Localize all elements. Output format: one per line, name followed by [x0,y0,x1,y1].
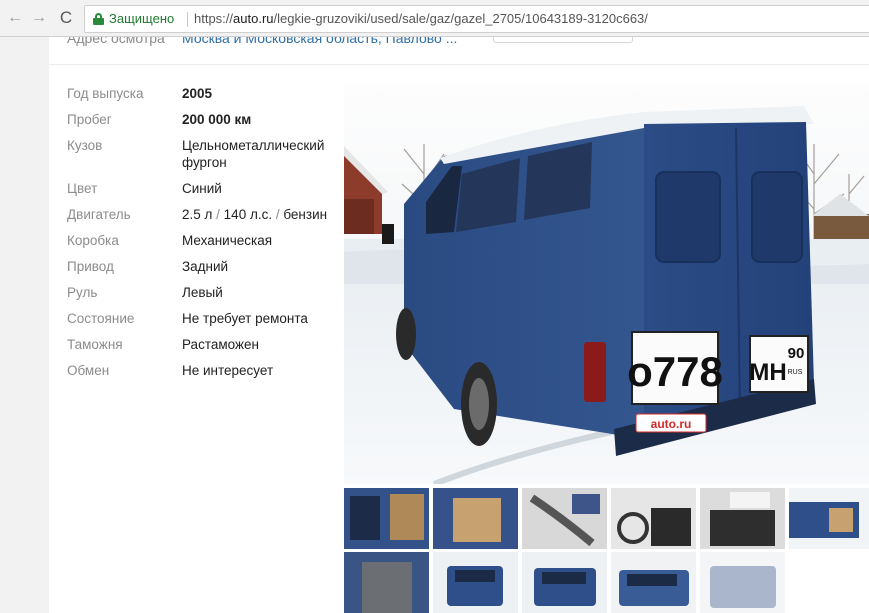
spec-row-color: Цвет Синий [67,180,347,197]
spec-row-exchange: Обмен Не интересует [67,362,347,379]
url-path: /legkie-gruzoviki/used/sale/gaz/gazel_27… [273,11,648,26]
engine-separator: / [272,207,284,222]
back-arrow-icon[interactable]: ← [6,9,24,27]
reload-icon[interactable]: C [57,9,75,27]
spec-row-steering: Руль Левый [67,284,347,301]
spec-row-body: Кузов Цельнометаллический фургон [67,137,347,171]
plate-region-letters: МН [749,359,786,386]
spec-value-drive: Задний [182,259,229,274]
url-text[interactable]: https://auto.ru/legkie-gruzoviki/used/sa… [194,6,648,32]
spec-row-customs: Таможня Растаможен [67,336,347,353]
thumbnail[interactable] [522,488,607,549]
spec-label: Руль [67,285,98,300]
vehicle-specs: Год выпуска 2005 Пробег 200 000 км Кузов… [67,85,347,388]
plate-region-code: 90 [788,345,805,362]
spec-label: Привод [67,259,114,274]
dealer-badge: auto.ru [651,417,692,431]
engine-separator: / [212,207,224,222]
photo-thumbnails [344,488,869,613]
spec-label: Двигатель [67,207,131,222]
engine-power: 140 л.с. [223,207,273,222]
inspection-address-input[interactable] [493,37,633,43]
spec-row-year: Год выпуска 2005 [67,85,347,102]
spec-value-color: Синий [182,181,222,196]
spec-value-customs: Растаможен [182,337,259,352]
spec-value-mileage: 200 000 км [182,112,252,127]
spec-label: Состояние [67,311,135,326]
van-photo: о778 МН 90 RUS auto.ru [344,84,869,484]
spec-row-drive: Привод Задний [67,258,347,275]
main-photo[interactable]: о778 МН 90 RUS auto.ru [344,84,869,484]
page-content: Адрес осмотра Москва и Московская област… [0,37,869,613]
thumbnail[interactable] [700,552,785,613]
spec-value-condition: Не требует ремонта [182,311,308,326]
spec-label: Таможня [67,337,123,352]
engine-volume: 2.5 л [182,207,213,222]
listing-card: Адрес осмотра Москва и Московская област… [49,37,869,613]
spec-value-steering: Левый [182,285,223,300]
spec-label: Цвет [67,181,98,196]
thumbnail[interactable] [522,552,607,613]
thumbnail[interactable] [789,488,869,549]
spec-value-exchange: Не интересует [182,363,274,378]
spec-row-engine: Двигатель 2.5 л / 140 л.с. / бензин [67,206,347,223]
thumbnail[interactable] [611,552,696,613]
engine-fuel: бензин [283,207,328,222]
lock-icon[interactable] [93,13,104,25]
spec-value-body: Цельнометаллический фургон [182,138,325,170]
spec-label: Пробег [67,112,112,127]
spec-label: Кузов [67,138,103,153]
spec-label: Год выпуска [67,86,144,101]
address-divider [187,12,188,27]
inspection-address-link[interactable]: Москва и Московская область, Павлово ... [182,37,457,46]
spec-value-engine: 2.5 л / 140 л.с. / бензин [182,206,342,223]
inspection-address-label: Адрес осмотра [67,37,165,46]
thumbnail[interactable] [611,488,696,549]
spec-value-year: 2005 [182,86,213,101]
browser-toolbar: ← → C Защищено https://auto.ru/legkie-gr… [0,0,869,37]
inspection-address-row: Адрес осмотра Москва и Московская област… [49,37,869,65]
thumbnail[interactable] [344,488,429,549]
spec-label: Обмен [67,363,110,378]
spec-row-gearbox: Коробка Механическая [67,232,347,249]
thumbnail[interactable] [433,488,518,549]
address-bar[interactable]: Защищено https://auto.ru/legkie-gruzovik… [84,5,869,33]
spec-value-gearbox: Механическая [182,233,273,248]
spec-label: Коробка [67,233,119,248]
forward-arrow-icon[interactable]: → [30,9,48,27]
secure-label[interactable]: Защищено [109,6,174,32]
url-scheme: https:// [194,11,234,26]
spec-row-condition: Состояние Не требует ремонта [67,310,347,327]
spec-row-mileage: Пробег 200 000 км [67,111,347,128]
plate-number: о778 [627,348,723,395]
url-host: auto.ru [233,11,274,26]
thumbnail[interactable] [344,552,429,613]
thumbnail[interactable] [700,488,785,549]
plate-country: RUS [788,369,803,376]
thumbnail[interactable] [433,552,518,613]
